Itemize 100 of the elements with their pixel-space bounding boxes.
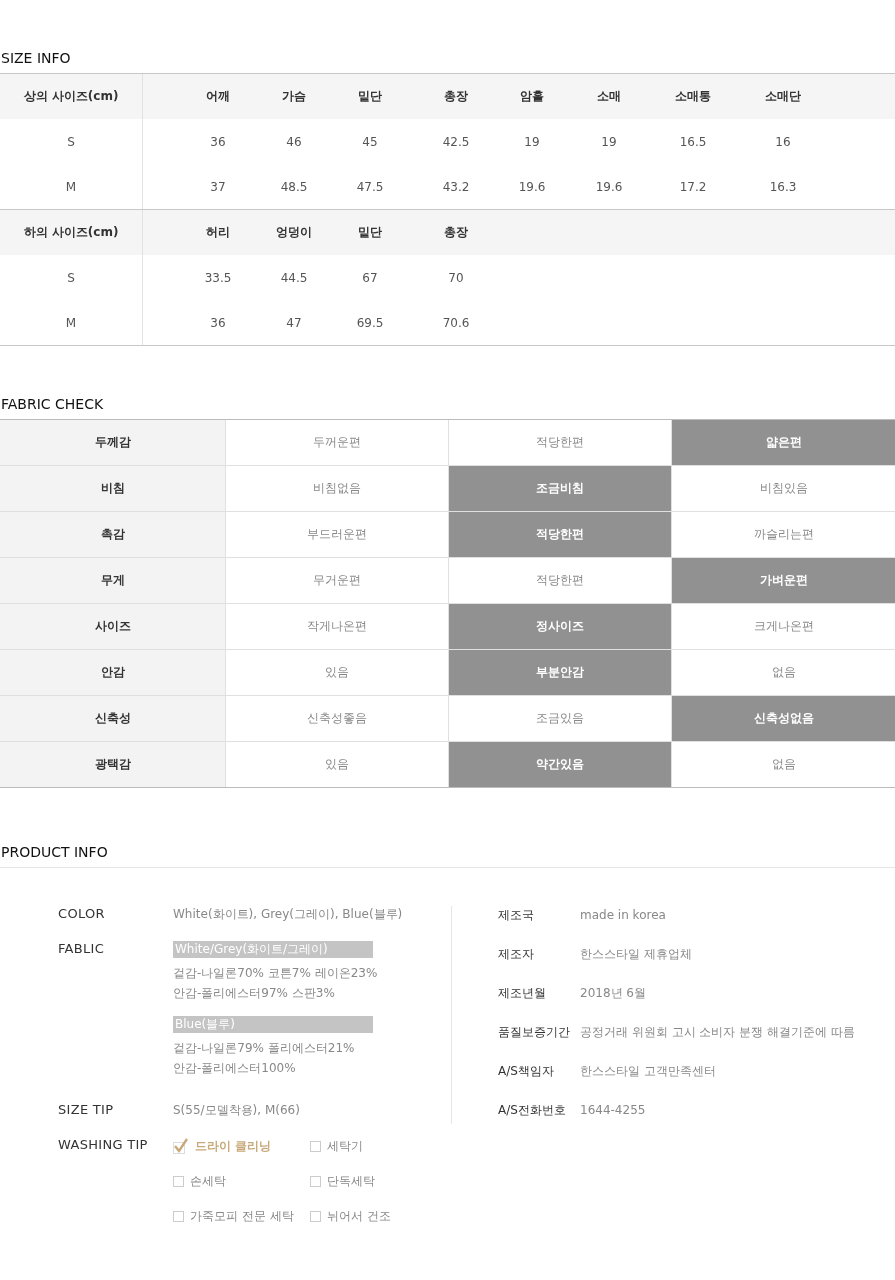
option-cell: 가벼운편 — [671, 558, 895, 603]
table-cell-text: 19.6 — [594, 179, 624, 194]
fabric-line: 안감-폴리에스터100% — [173, 1060, 297, 1077]
table-cell-text: 33.5 — [203, 270, 233, 285]
section-title: PRODUCT INFO — [0, 843, 109, 862]
info-label: 제조년월 — [498, 984, 547, 1002]
info-value: 한스스타일 고객만족센터 — [580, 1062, 716, 1080]
option-cell: 신축성없음 — [671, 696, 895, 741]
option-cell: 얇은편 — [671, 420, 895, 465]
washing-option: 세탁기 — [327, 1137, 363, 1155]
column-header: 엉덩이 — [275, 224, 313, 241]
info-value: 2018년 6월 — [580, 984, 646, 1002]
washing-option: 단독세탁 — [327, 1172, 375, 1190]
column-header: 어깨 — [205, 88, 231, 105]
info-value: 1644-4255 — [580, 1103, 646, 1117]
table-cell-text: 47.5 — [355, 179, 385, 194]
table-header: 상의 사이즈(cm) — [23, 88, 119, 105]
option-cell: 신축성좋음 — [225, 696, 448, 741]
table-cell-text: 19.6 — [517, 179, 547, 194]
size-label: M — [65, 315, 77, 330]
fabric-line: 안감-폴리에스터97% 스판3% — [173, 985, 336, 1002]
fabric-group-bar: White/Grey(화이트/그레이) — [173, 941, 373, 958]
row-label: 무게 — [0, 558, 225, 603]
column-header: 소매 — [596, 88, 622, 105]
option-cell: 크게나온편 — [671, 604, 895, 649]
checkmark-icon[interactable] — [173, 1138, 189, 1154]
table-cell-text: 16.3 — [768, 179, 798, 194]
section-title: SIZE INFO — [0, 49, 72, 68]
column-header: 밑단 — [357, 88, 383, 105]
checkbox[interactable] — [173, 1175, 184, 1187]
washing-option: 뉘어서 건조 — [327, 1207, 391, 1225]
table-cell-text: 36 — [209, 134, 227, 149]
washing-option: 손세탁 — [190, 1172, 226, 1190]
washing-option: 드라이 클리닝 — [195, 1137, 272, 1155]
table-cell-text: 48.5 — [279, 179, 309, 194]
fabric-line: 겉감-나일론79% 폴리에스터21% — [173, 1040, 356, 1057]
table-cell-text: 69.5 — [355, 315, 385, 330]
table-cell-text: 36 — [209, 315, 227, 330]
info-value: White(화이트), Grey(그레이), Blue(블루) — [173, 906, 403, 923]
column-header: 소매통 — [674, 88, 712, 105]
size-label: M — [65, 179, 77, 194]
table-cell-text: 44.5 — [279, 270, 309, 285]
column-header: 허리 — [205, 224, 231, 241]
size-label: S — [67, 270, 75, 285]
option-cell: 두꺼운편 — [225, 420, 448, 465]
row-label: 광택감 — [0, 742, 225, 787]
table-cell-text: 67 — [361, 270, 379, 285]
table-cell-text: 47 — [285, 315, 303, 330]
table-cell-text: 17.2 — [678, 179, 708, 194]
option-cell: 정사이즈 — [448, 604, 671, 649]
info-label: A/S책임자 — [498, 1062, 555, 1080]
table-header: 하의 사이즈(cm) — [23, 224, 119, 241]
checkbox[interactable] — [310, 1140, 321, 1152]
table-cell-text: 45 — [361, 134, 379, 149]
column-header: 암홀 — [519, 88, 545, 105]
checkbox[interactable] — [310, 1210, 321, 1222]
table-cell-text: 19 — [600, 134, 618, 149]
size-label: S — [67, 134, 75, 149]
option-cell: 부분안감 — [448, 650, 671, 695]
table-cell-text: 16.5 — [678, 134, 708, 149]
option-cell: 비침있음 — [671, 466, 895, 511]
option-cell: 무거운편 — [225, 558, 448, 603]
fabric-line: 겉감-나일론70% 코튼7% 레이온23% — [173, 965, 378, 982]
checkbox[interactable] — [310, 1175, 321, 1187]
info-value: 한스스타일 제휴업체 — [580, 945, 692, 963]
table-cell-text: 19 — [523, 134, 541, 149]
column-header: 가슴 — [281, 88, 307, 105]
option-cell: 까슬리는편 — [671, 512, 895, 557]
table-cell-text: 16 — [774, 134, 792, 149]
info-label: WASHING TIP — [57, 1137, 149, 1154]
row-label: 사이즈 — [0, 604, 225, 649]
table-cell-text: 70 — [447, 270, 465, 285]
row-label: 비침 — [0, 466, 225, 511]
info-value: S(55/모델착용), M(66) — [173, 1102, 300, 1119]
table-cell-text: 43.2 — [441, 179, 471, 194]
info-label: 제조국 — [498, 906, 535, 924]
column-header: 총장 — [443, 88, 469, 105]
checkbox[interactable] — [173, 1210, 184, 1222]
table-cell-text: 37 — [209, 179, 227, 194]
row-label: 신축성 — [0, 696, 225, 741]
table-cell-text: 42.5 — [441, 134, 471, 149]
info-label: 제조자 — [498, 945, 535, 963]
option-cell: 없음 — [671, 742, 895, 787]
info-label: SIZE TIP — [57, 1102, 115, 1119]
info-label: 품질보증기간 — [498, 1023, 571, 1041]
fabric-group-bar: Blue(블루) — [173, 1016, 373, 1033]
option-cell: 없음 — [671, 650, 895, 695]
table-cell-text: 46 — [285, 134, 303, 149]
row-label: 안감 — [0, 650, 225, 695]
washing-option: 가죽모피 전문 세탁 — [190, 1207, 294, 1225]
option-cell: 적당한편 — [448, 512, 671, 557]
option-cell: 조금비침 — [448, 466, 671, 511]
column-header: 총장 — [443, 224, 469, 241]
info-value: made in korea — [580, 908, 666, 922]
column-header: 소매단 — [764, 88, 802, 105]
option-cell: 약간있음 — [448, 742, 671, 787]
table-cell-text: 70.6 — [441, 315, 471, 330]
info-label: A/S전화번호 — [498, 1101, 567, 1119]
column-header: 밑단 — [357, 224, 383, 241]
row-label: 두께감 — [0, 420, 225, 465]
